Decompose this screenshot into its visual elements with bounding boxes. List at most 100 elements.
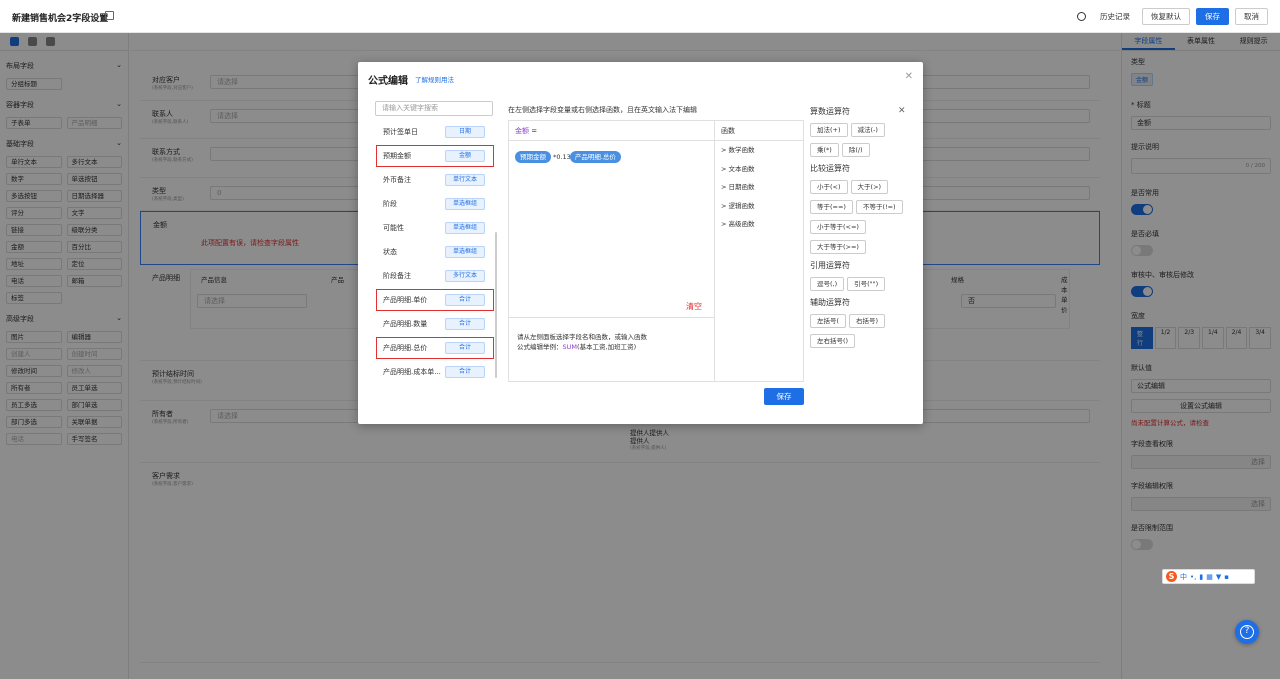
clear-formula-button[interactable]: 清空 bbox=[686, 301, 702, 312]
function-category[interactable]: > 日期函数 bbox=[715, 178, 803, 197]
operator-button[interactable]: 小于(<) bbox=[810, 180, 848, 194]
field-variable-type: 合计 bbox=[445, 294, 485, 306]
field-variable-item[interactable]: 产品明细.数量 合计 bbox=[375, 312, 495, 336]
function-header: 函数 bbox=[715, 121, 803, 141]
operator-button[interactable]: 大于(>) bbox=[850, 180, 889, 194]
field-variable-name: 外币备注 bbox=[383, 176, 411, 184]
operator-group-title: 比较运算符 bbox=[810, 164, 850, 173]
operator-button[interactable]: 左括号( bbox=[810, 314, 847, 328]
operator-button[interactable]: 加法(+) bbox=[810, 123, 848, 137]
field-variable-type: 单选框组 bbox=[445, 198, 485, 210]
ime-toolbar[interactable]: S 中 •, ▮ ▦ ▼ ▪ bbox=[1162, 569, 1255, 584]
list-scrollbar[interactable] bbox=[495, 232, 497, 378]
close-icon[interactable]: ✕ bbox=[905, 71, 913, 82]
field-variable-type: 单行文本 bbox=[445, 174, 485, 186]
formula-target: 金额 = bbox=[509, 121, 714, 141]
function-category[interactable]: > 数学函数 bbox=[715, 141, 803, 160]
operator-button[interactable]: 引号("") bbox=[847, 277, 886, 291]
usage-function: SUM bbox=[562, 343, 578, 351]
field-variable-item[interactable]: 预计签单日 日期 bbox=[375, 120, 495, 144]
function-category[interactable]: > 逻辑函数 bbox=[715, 197, 803, 216]
operator-group: 逗号(,) 引号("") bbox=[810, 277, 915, 297]
field-variable-type: 合计 bbox=[445, 342, 485, 354]
operator-button[interactable]: 乘(*) bbox=[810, 143, 839, 157]
function-category-label: 高级函数 bbox=[728, 220, 755, 228]
formula-expression[interactable]: 预期金额 *0.13 产品明细.总价 bbox=[509, 141, 714, 173]
operator-button[interactable]: 大于等于(>=) bbox=[810, 240, 866, 254]
field-variable-item[interactable]: 外币备注 单行文本 bbox=[375, 168, 495, 192]
operator-button[interactable]: 不等于(!=) bbox=[855, 200, 903, 214]
operator-button[interactable]: 除(/) bbox=[841, 143, 870, 157]
field-variable-name: 阶段备注 bbox=[383, 272, 411, 280]
usage-line-1: 请从左侧面板选择字段名和函数，或输入函数 bbox=[517, 333, 647, 341]
chevron-right-icon: > bbox=[721, 220, 729, 228]
field-variable-item[interactable]: 产品明细.成本单... 合计 bbox=[375, 360, 495, 380]
field-search-input[interactable]: 请输入关键字搜索 bbox=[375, 101, 493, 116]
chevron-right-icon: > bbox=[721, 201, 729, 210]
operator-button[interactable]: 逗号(,) bbox=[810, 277, 845, 291]
ime-keyboard-icon[interactable]: ▦ bbox=[1206, 573, 1213, 581]
ime-skin-icon[interactable]: ▼ bbox=[1216, 573, 1221, 581]
cancel-button[interactable]: 取消 bbox=[1235, 8, 1268, 25]
field-variable-type: 多行文本 bbox=[445, 270, 485, 282]
usage-suffix: (基本工资,加班工资) bbox=[577, 343, 637, 351]
history-link[interactable]: 历史记录 bbox=[1100, 11, 1130, 22]
field-variable-type: 日期 bbox=[445, 126, 485, 138]
function-category-label: 日期函数 bbox=[728, 183, 755, 191]
edit-title-icon[interactable] bbox=[105, 11, 114, 20]
chevron-right-icon: > bbox=[721, 183, 729, 191]
field-variable-type: 金额 bbox=[445, 150, 485, 162]
function-category[interactable]: > 高级函数 bbox=[715, 215, 803, 234]
play-icon[interactable] bbox=[1077, 12, 1086, 21]
field-variable-item[interactable]: 可能性 单选框组 bbox=[375, 216, 495, 240]
ime-punct-icon[interactable]: •, bbox=[1190, 573, 1196, 581]
field-variable-type: 合计 bbox=[445, 318, 485, 330]
restore-default-button[interactable]: 恢复默认 bbox=[1142, 8, 1190, 25]
field-variable-name: 产品明细.数量 bbox=[383, 320, 428, 328]
field-variable-name: 产品明细.成本单... bbox=[383, 368, 441, 376]
field-variable-type: 合计 bbox=[445, 366, 485, 378]
field-variable-item[interactable]: 产品明细.单价 合计 bbox=[375, 288, 495, 312]
field-variable-name: 预期金额 bbox=[383, 152, 411, 160]
field-variable-item[interactable]: 阶段备注 多行文本 bbox=[375, 264, 495, 288]
equals-sign: = bbox=[531, 127, 538, 135]
usage-example: 请从左侧面板选择字段名和函数，或输入函数 公式编辑举例：SUM(基本工资,加班工… bbox=[508, 318, 715, 382]
operator-button[interactable]: 左右括号() bbox=[810, 334, 856, 348]
help-link[interactable]: 了解规则用法 bbox=[415, 74, 454, 84]
field-variable-name: 产品明细.总价 bbox=[383, 344, 428, 352]
sogou-logo-icon: S bbox=[1166, 571, 1177, 582]
field-variable-name: 阶段 bbox=[383, 200, 397, 208]
save-button[interactable]: 保存 bbox=[1196, 8, 1229, 25]
operator-group: 左括号(右括号) 左右括号() bbox=[810, 314, 915, 354]
operator-button[interactable]: 等于(==) bbox=[810, 200, 853, 214]
formula-editor-dialog: 公式编辑 了解规则用法 ✕ 请输入关键字搜索 预计签单日 日期预期金额 金额外币备注… bbox=[358, 62, 923, 424]
function-category-label: 文本函数 bbox=[728, 164, 755, 173]
function-category[interactable]: > 文本函数 bbox=[715, 160, 803, 179]
function-category-label: 逻辑函数 bbox=[728, 201, 755, 210]
ime-mic-icon[interactable]: ▮ bbox=[1199, 573, 1203, 581]
question-icon: ? bbox=[1240, 625, 1254, 639]
operator-panel: 算数运算符 加法(+) 减法(-)乘(*) 除(/) 比较运算符 小于(<) 大于(>)等于… bbox=[810, 106, 915, 354]
help-button[interactable]: ? bbox=[1235, 620, 1259, 644]
operator-group-title: 辅助运算符 bbox=[810, 298, 850, 307]
dialog-title: 公式编辑 bbox=[368, 76, 408, 87]
formula-chip-expected-amount[interactable]: 预期金额 bbox=[515, 151, 551, 163]
formula-chip-total-price[interactable]: 产品明细.总价 bbox=[569, 151, 621, 163]
field-variable-name: 可能性 bbox=[383, 224, 404, 232]
operator-button[interactable]: 小于等于(<=) bbox=[810, 220, 866, 234]
chevron-right-icon: > bbox=[721, 164, 729, 173]
operator-close-icon[interactable]: ✕ bbox=[898, 106, 906, 116]
top-actions: 历史记录 恢复默认 保存 取消 bbox=[1077, 8, 1268, 25]
formula-editor[interactable]: 金额 = 预期金额 *0.13 产品明细.总价 清空 bbox=[508, 120, 715, 318]
field-variable-item[interactable]: 预期金额 金额 bbox=[375, 144, 495, 168]
field-variable-item[interactable]: 阶段 单选框组 bbox=[375, 192, 495, 216]
field-variable-item[interactable]: 状态 单选框组 bbox=[375, 240, 495, 264]
field-variable-item[interactable]: 产品明细.总价 合计 bbox=[375, 336, 495, 360]
operator-button[interactable]: 右括号) bbox=[849, 314, 886, 328]
function-category-label: 数学函数 bbox=[728, 146, 755, 154]
operator-button[interactable]: 减法(-) bbox=[850, 123, 885, 137]
field-variable-name: 产品明细.单价 bbox=[383, 296, 428, 304]
dialog-save-button[interactable]: 保存 bbox=[764, 388, 804, 405]
ime-language[interactable]: 中 bbox=[1180, 572, 1187, 582]
ime-menu-icon[interactable]: ▪ bbox=[1224, 573, 1229, 581]
